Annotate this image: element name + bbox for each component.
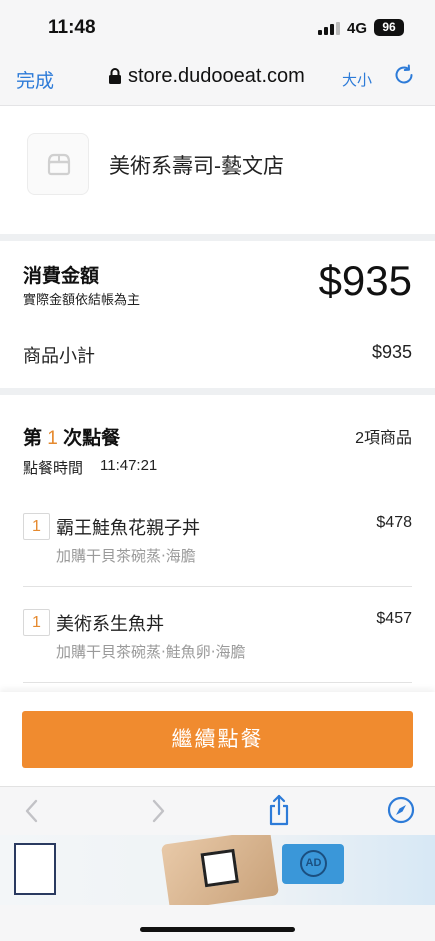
- browser-toolbar: [0, 786, 435, 835]
- order-item-count: 2項商品: [355, 430, 412, 447]
- section-divider: [0, 234, 435, 241]
- back-icon[interactable]: [22, 797, 42, 825]
- item-price: $457: [376, 610, 412, 627]
- store-name: 美術系壽司-藝文店: [109, 155, 284, 178]
- network-type: 4G: [347, 20, 368, 37]
- lock-icon: [109, 68, 121, 84]
- item-quantity: 1: [23, 513, 50, 540]
- store-logo-icon: [47, 153, 71, 176]
- ad-banner[interactable]: AD: [0, 835, 435, 905]
- done-button[interactable]: 完成: [16, 66, 54, 93]
- item-addons: 加購干貝茶碗蒸‧鮭魚卵‧海膽: [56, 644, 246, 661]
- order-item: 1 霸王鮭魚花親子丼 $478 加購干貝茶碗蒸‧海膽: [0, 513, 435, 609]
- text-size-button[interactable]: 大小: [342, 69, 372, 90]
- order-time-label: 點餐時間: [23, 460, 84, 477]
- amount-note: 實際金額依結帳為主: [23, 292, 141, 307]
- bottom-panel: 繼續點餐: [0, 692, 435, 786]
- item-quantity: 1: [23, 609, 50, 636]
- status-time: 11:48: [48, 17, 96, 38]
- amount-total: $935: [318, 257, 412, 304]
- share-icon[interactable]: [266, 794, 292, 826]
- item-divider: [23, 682, 412, 683]
- order-item: 1 美術系生魚丼 $457 加購干貝茶碗蒸‧鮭魚卵‧海膽: [0, 609, 435, 705]
- compass-icon[interactable]: [387, 796, 415, 824]
- ad-card-image: [160, 835, 280, 905]
- status-bar: 11:48 4G 96: [0, 0, 435, 52]
- browser-url-bar: 完成 store.dudooeat.com 大小: [0, 52, 435, 106]
- item-addons: 加購干貝茶碗蒸‧海膽: [56, 548, 196, 565]
- continue-ordering-button[interactable]: 繼續點餐: [22, 711, 413, 768]
- signal-icon: [318, 22, 340, 35]
- forward-icon[interactable]: [148, 797, 168, 825]
- item-divider: [23, 586, 412, 587]
- reload-icon[interactable]: [393, 64, 415, 86]
- item-name: 霸王鮭魚花親子丼: [56, 518, 200, 538]
- url-text[interactable]: store.dudooeat.com: [128, 65, 305, 88]
- battery-icon: 96: [374, 19, 404, 36]
- home-indicator[interactable]: [140, 927, 295, 932]
- item-name: 美術系生魚丼: [56, 614, 164, 634]
- store-header: 美術系壽司-藝文店: [0, 107, 435, 234]
- ad-badge-icon: AD: [282, 844, 344, 884]
- subtotal-value: $935: [371, 342, 412, 362]
- order-title: 第 1 次點餐: [23, 428, 121, 449]
- item-price: $478: [376, 514, 412, 531]
- order-time: 11:47:21: [100, 457, 158, 474]
- subtotal-label: 商品小計: [23, 346, 95, 366]
- home-indicator-area: [0, 905, 435, 941]
- store-logo: [27, 133, 89, 195]
- amount-label: 消費金額: [23, 266, 100, 287]
- order-round: 1: [47, 428, 58, 449]
- ad-qr-image: [14, 843, 56, 895]
- section-divider: [0, 388, 435, 395]
